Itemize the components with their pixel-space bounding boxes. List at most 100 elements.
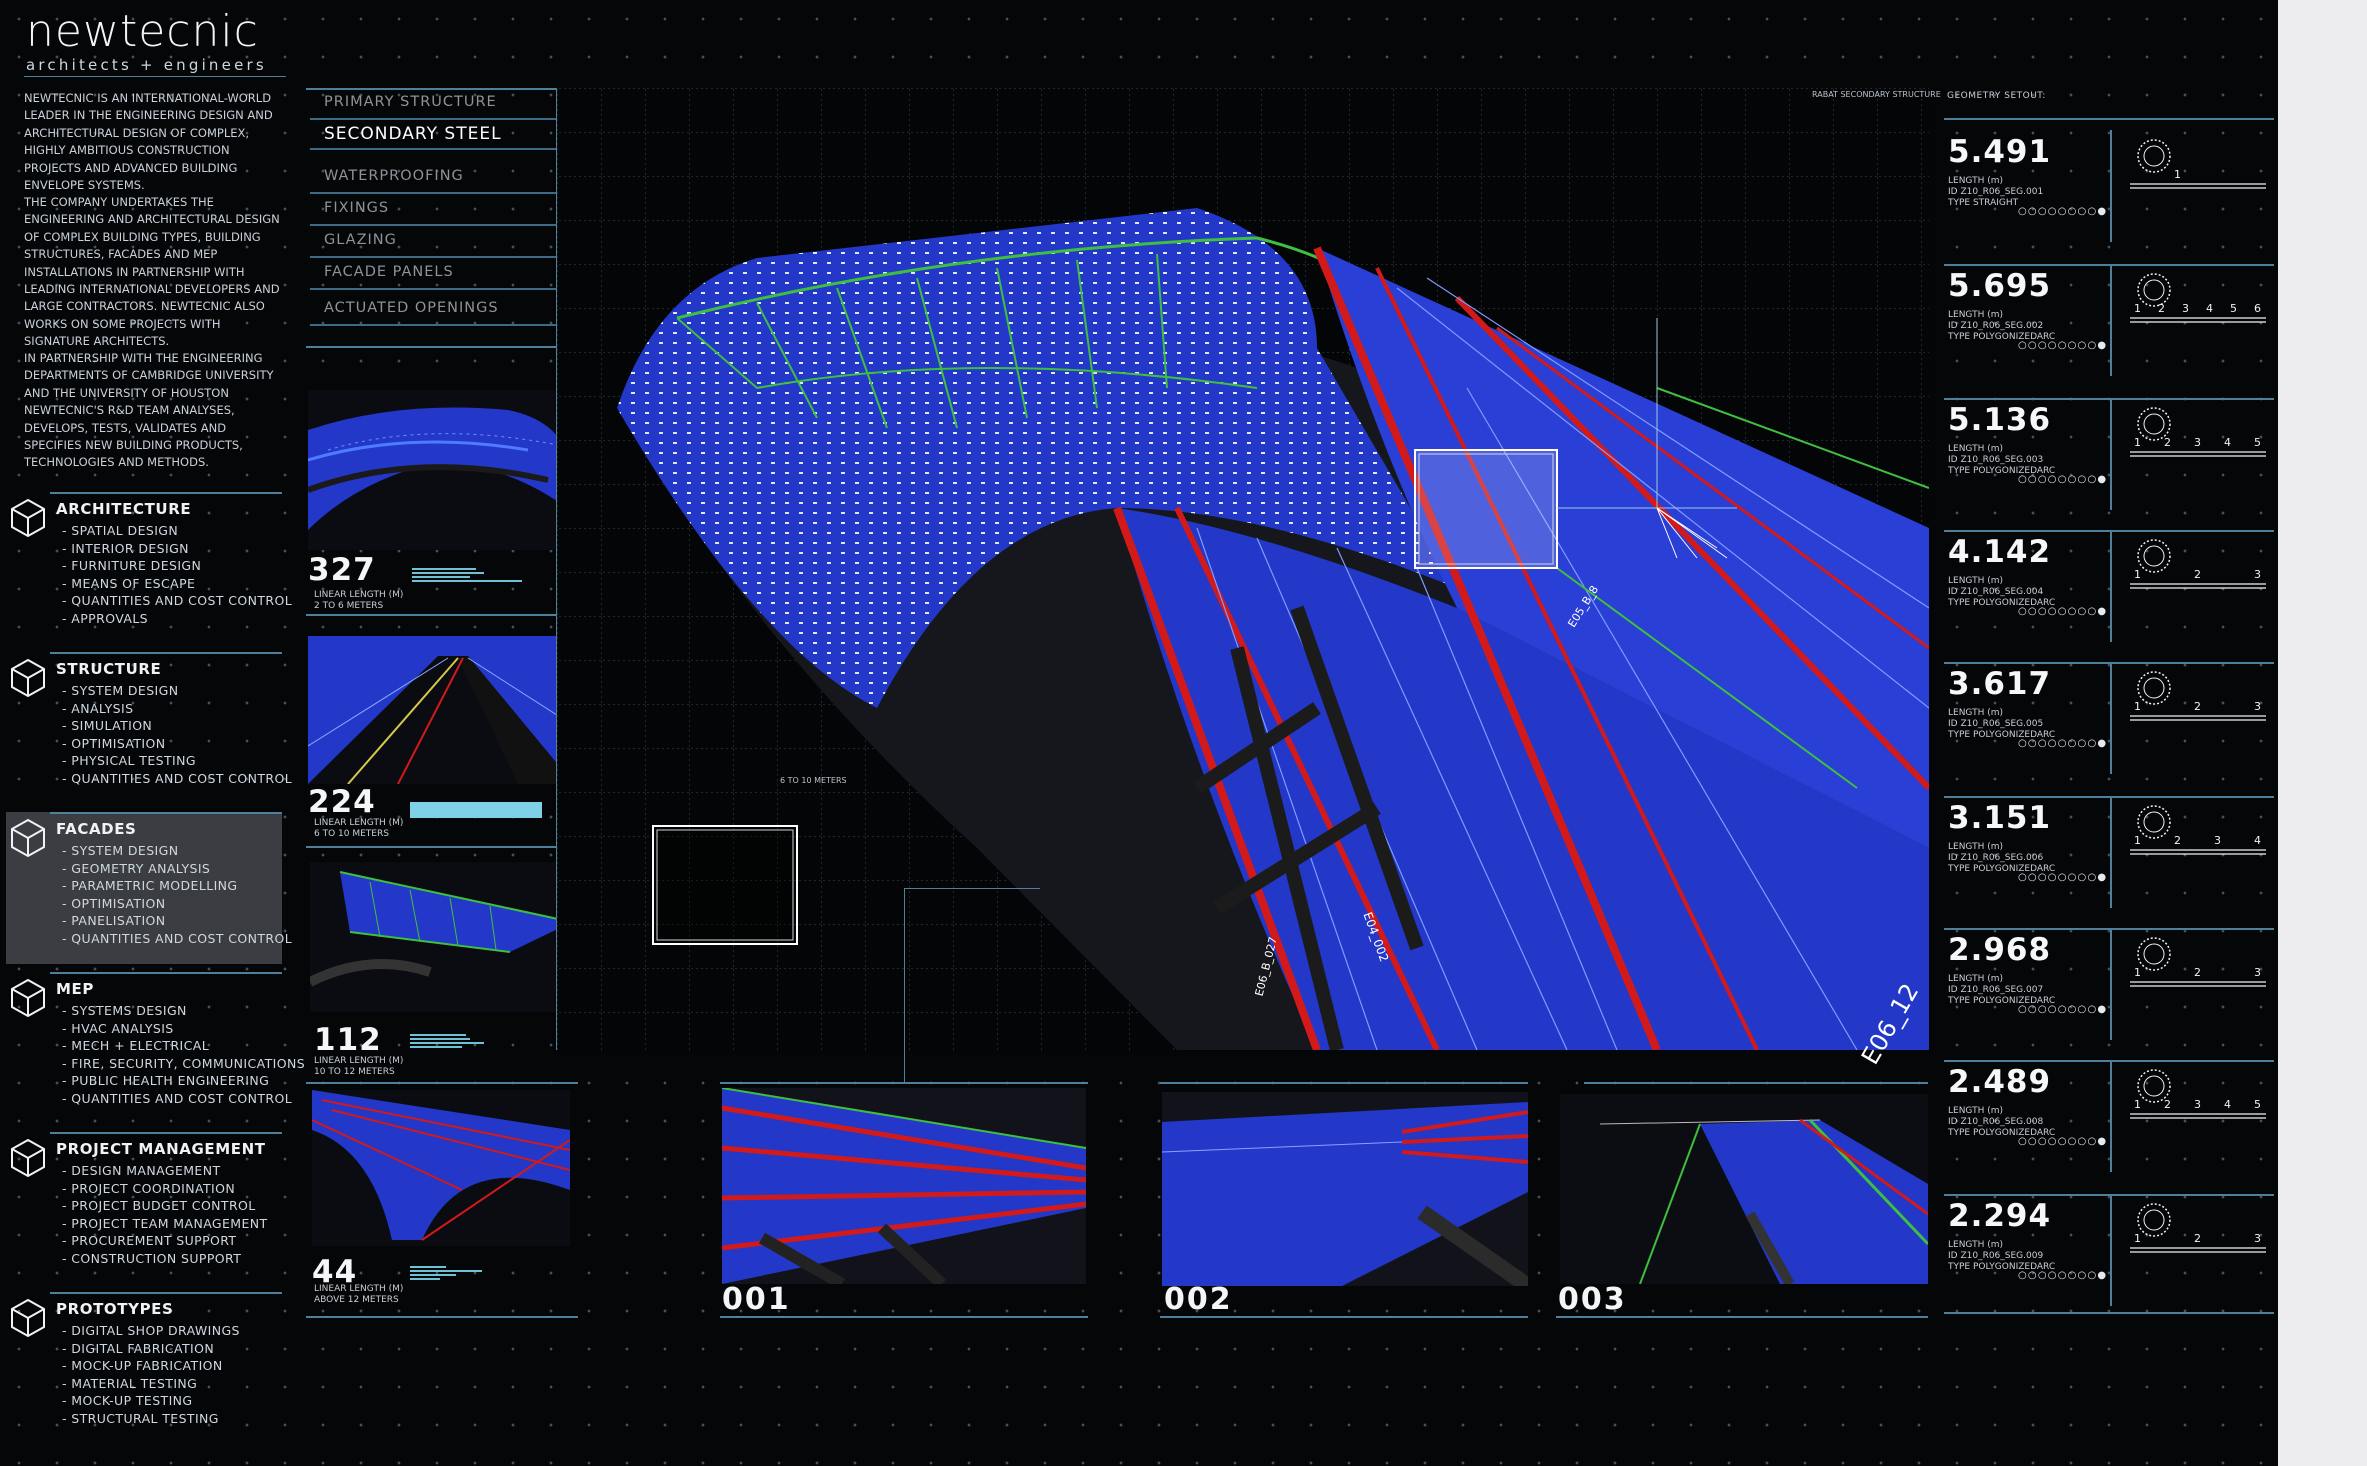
service-item: - MATERIAL TESTING xyxy=(62,1375,198,1391)
service-item: - QUANTITIES AND COST CONTROL xyxy=(62,593,293,608)
service-item: - PHYSICAL TESTING xyxy=(62,753,196,768)
divider xyxy=(2110,1194,2112,1306)
service-title: PROTOTYPES xyxy=(56,1300,174,1318)
divider xyxy=(720,1316,1088,1318)
segment-meta: LENGTH (m) ID Z10_R06_SEG.009 TYPE POLYGON… xyxy=(1948,1240,2056,1272)
segment-mark: 1 xyxy=(2134,302,2141,315)
segment-diagram: 1 2 3 4 5 6 xyxy=(2130,273,2266,323)
service-title: FACADES xyxy=(56,820,137,838)
thumbnail-4[interactable] xyxy=(312,1090,570,1246)
divider xyxy=(306,1082,578,1084)
segment-mark: 1 xyxy=(2174,168,2181,181)
service-item: - DIGITAL FABRICATION xyxy=(62,1340,215,1356)
segment-mark: 4 xyxy=(2224,436,2231,449)
service-mep[interactable]: MEP - SYSTEMS DESIGN - HVAC ANALYSIS - MECH… xyxy=(6,972,305,1124)
service-item: - PROCUREMENT SUPPORT xyxy=(62,1233,237,1248)
geometry-row[interactable]: 3.151 LENGTH (m) ID Z10_R06_SEG.006 TYPE PO… xyxy=(1944,796,2274,920)
layer-menu-item[interactable]: WATERPROOFING xyxy=(310,162,578,194)
segment-meta: LENGTH (m) ID Z10_R06_SEG.001 TYPE STRAIGH… xyxy=(1948,176,2044,208)
divider xyxy=(1944,118,2274,120)
progress-dots: ○○○○○○○○● xyxy=(2018,738,2108,749)
segment-mark: 4 xyxy=(2254,834,2261,847)
geometry-row[interactable]: 5.695 LENGTH (m) ID Z10_R06_SEG.002 TYPE PO… xyxy=(1944,264,2274,388)
stat-bars-1 xyxy=(412,568,522,584)
layer-menu-item[interactable]: FIXINGS xyxy=(310,194,578,226)
divider xyxy=(306,846,578,848)
divider xyxy=(2110,398,2112,510)
divider xyxy=(306,346,578,348)
segment-mark: 4 xyxy=(2206,302,2213,315)
service-item: - PROJECT BUDGET CONTROL xyxy=(62,1198,256,1213)
service-item: - ANALYSIS xyxy=(62,700,134,716)
divider xyxy=(24,76,286,77)
segment-mark: 2 xyxy=(2194,700,2201,713)
divider xyxy=(50,1292,282,1294)
divider xyxy=(1944,662,2274,664)
callout-line xyxy=(904,888,905,1084)
stat-label-3: LINEAR LENGTH (m) 10 TO 12 METERS xyxy=(314,1056,404,1077)
divider xyxy=(2110,796,2112,908)
segment-length-value: 5.491 xyxy=(1948,134,2052,170)
geometry-row[interactable]: 2.968 LENGTH (m) ID Z10_R06_SEG.007 TYPE PO… xyxy=(1944,928,2274,1052)
segment-mark: 2 xyxy=(2158,302,2165,315)
layer-label: WATERPROOFING xyxy=(324,168,464,184)
service-title: STRUCTURE xyxy=(56,660,162,678)
segment-length-value: 2.968 xyxy=(1948,932,2052,968)
service-item: - APPROVALS xyxy=(62,610,149,626)
geometry-row[interactable]: 3.617 LENGTH (m) ID Z10_R06_SEG.005 TYPE PO… xyxy=(1944,662,2274,786)
divider xyxy=(50,1132,282,1134)
segment-length-value: 3.617 xyxy=(1948,666,2052,702)
segment-diagram: 1 2 3 xyxy=(2130,539,2266,589)
layer-menu-item[interactable]: ACTUATED OPENINGS xyxy=(310,294,578,326)
service-item: - OPTIMISATION xyxy=(62,895,166,911)
service-facades[interactable]: FACADES - SYSTEM DESIGN - GEOMETRY ANALYSI… xyxy=(6,812,292,964)
layer-menu-item[interactable]: SECONDARY STEEL xyxy=(310,118,578,150)
layer-label: ACTUATED OPENINGS xyxy=(324,300,499,316)
thumbnail-1[interactable] xyxy=(308,390,570,550)
segment-diagram: 1 2 3 4 5 xyxy=(2130,1069,2266,1119)
main-3d-view[interactable] xyxy=(556,88,1929,1050)
divider xyxy=(1556,1316,1928,1318)
geometry-row[interactable]: 2.294 LENGTH (m) ID Z10_R06_SEG.009 TYPE PO… xyxy=(1944,1194,2274,1318)
segment-mark: 3 xyxy=(2254,1232,2261,1245)
geometry-row[interactable]: 2.489 LENGTH (m) ID Z10_R06_SEG.008 TYPE PO… xyxy=(1944,1060,2274,1184)
detail-view-002[interactable] xyxy=(1162,1092,1528,1286)
segment-meta: LENGTH (m) ID Z10_R06_SEG.005 TYPE POLYGON… xyxy=(1948,708,2056,740)
service-structure[interactable]: STRUCTURE - SYSTEM DESIGN - ANALYSIS - SIMU… xyxy=(6,652,292,804)
intro-paragraph-2: THE COMPANY UNDERTAKES THE ENGINEERING A… xyxy=(24,195,280,349)
service-project-management[interactable]: PROJECT MANAGEMENT - DESIGN MANAGEMENT - P… xyxy=(6,1132,282,1284)
layer-menu-item[interactable]: PRIMARY STRUCTURE xyxy=(310,88,578,120)
cube-icon xyxy=(11,1298,45,1338)
service-item: - STRUCTURAL TESTING xyxy=(62,1410,219,1426)
geometry-row[interactable]: 5.136 LENGTH (m) ID Z10_R06_SEG.003 TYPE PO… xyxy=(1944,398,2274,522)
detail-view-001[interactable] xyxy=(722,1088,1086,1284)
service-item: - PROJECT COORDINATION xyxy=(62,1180,236,1196)
layer-menu-item[interactable]: FACADE PANELS xyxy=(310,258,578,290)
geometry-row[interactable]: 4.142 LENGTH (m) ID Z10_R06_SEG.004 TYPE PO… xyxy=(1944,530,2274,654)
cube-icon xyxy=(11,978,45,1018)
divider xyxy=(1944,928,2274,930)
service-item: - FURNITURE DESIGN xyxy=(62,558,202,573)
service-item: - PROJECT TEAM MANAGEMENT xyxy=(62,1215,268,1231)
stat-value-1: 327 xyxy=(308,552,376,588)
service-item: - HVAC ANALYSIS xyxy=(62,1020,174,1036)
service-item: - INTERIOR DESIGN xyxy=(62,540,189,556)
thumbnail-3[interactable] xyxy=(310,862,572,1012)
service-prototypes[interactable]: PROTOTYPES - DIGITAL SHOP DRAWINGS - DIGIT… xyxy=(6,1292,282,1444)
detail-view-003[interactable] xyxy=(1560,1094,1928,1284)
thumbnail-2[interactable] xyxy=(308,636,574,784)
page-margin xyxy=(2278,0,2367,1466)
service-architecture[interactable]: ARCHITECTURE - SPATIAL DESIGN - INTERIOR D… xyxy=(6,492,292,644)
stat-label-2: LINEAR LENGTH (m) 6 TO 10 METERS xyxy=(314,818,404,839)
divider xyxy=(50,812,282,814)
stat-label-1: LINEAR LENGTH (m) 2 TO 6 METERS xyxy=(314,590,404,611)
geometry-row[interactable]: 5.491 LENGTH (m) ID Z10_R06_SEG.001 TYPE ST… xyxy=(1944,130,2274,254)
layer-menu-item[interactable]: GLAZING xyxy=(310,226,578,258)
divider xyxy=(2110,130,2112,242)
divider xyxy=(2110,662,2112,774)
progress-dots: ○○○○○○○○● xyxy=(2018,872,2108,883)
cube-icon xyxy=(11,498,45,538)
divider xyxy=(1944,398,2274,400)
divider xyxy=(1944,1194,2274,1196)
divider xyxy=(1160,1316,1528,1318)
